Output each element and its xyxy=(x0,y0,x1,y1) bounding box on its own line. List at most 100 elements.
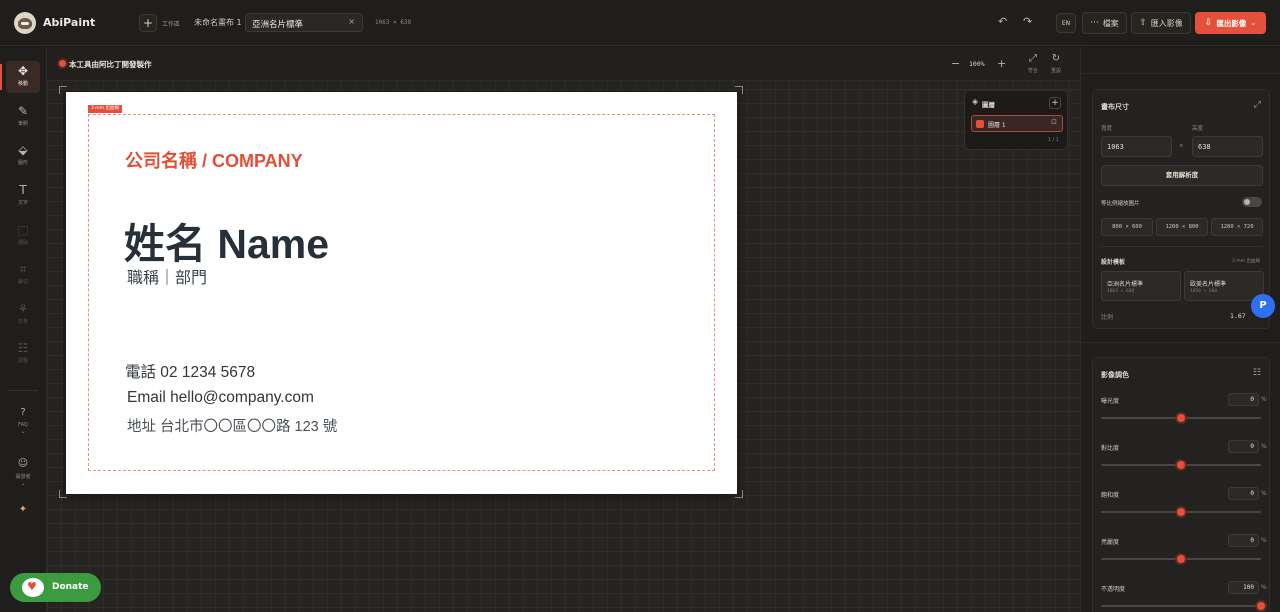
app-name: AbiPaint xyxy=(43,16,96,29)
new-workspace-button[interactable]: + xyxy=(139,14,157,32)
preset-1200x800[interactable]: 1200 × 800 xyxy=(1156,218,1208,236)
zoom-in-button[interactable]: + xyxy=(997,57,1006,70)
developer-button[interactable]: ☺ 開發者 ⌄ xyxy=(6,454,40,492)
tool-select[interactable]: ⬚ 選取 xyxy=(6,220,40,252)
template-name: 亞洲名片標準 xyxy=(1107,281,1144,288)
scale-toggle[interactable] xyxy=(1242,197,1262,207)
file-menu-button[interactable]: ··· 檔案 xyxy=(1082,12,1127,34)
adjust-label: 亮麗度 xyxy=(1101,539,1120,546)
width-input[interactable]: 1063 xyxy=(1101,136,1172,157)
template-western-card[interactable]: 歐美名片標準 1050 × 600 xyxy=(1184,271,1264,301)
adjust-slider-thumb[interactable] xyxy=(1177,508,1185,516)
apply-resolution-button[interactable]: 套用解析度 xyxy=(1101,165,1263,186)
active-tool-indicator xyxy=(0,64,2,90)
export-image-button[interactable]: ⇩ 匯出影像 ⌄ xyxy=(1195,12,1266,34)
layer-item[interactable]: 圖層 1 ⊡ xyxy=(971,115,1063,132)
chevron-down-icon: ⌄ xyxy=(1250,19,1257,27)
templates-title: 設計模板 xyxy=(1101,259,1126,266)
active-canvas-tab[interactable]: 亞洲名片標準 × xyxy=(245,13,363,32)
template-name: 歐美名片標準 xyxy=(1190,281,1227,288)
adjust-slider-track[interactable] xyxy=(1101,461,1261,469)
times-sign: × xyxy=(1179,143,1184,149)
tab-title: 亞洲名片標準 xyxy=(252,20,304,30)
close-icon[interactable]: × xyxy=(348,17,355,26)
card-email[interactable]: Email hello@company.com xyxy=(127,389,314,407)
adjust-slider-track[interactable] xyxy=(1101,602,1265,610)
card-title[interactable]: 職稱｜部門 xyxy=(127,264,207,288)
adjust-label: 曝光度 xyxy=(1101,398,1120,405)
layers-panel: ◈ 圖層 + 圖層 1 ⊡ 1 / 1 xyxy=(964,90,1068,150)
language-button[interactable]: EN xyxy=(1056,13,1076,33)
developer-label: 開發者 xyxy=(15,474,31,480)
add-layer-button[interactable]: + xyxy=(1049,97,1061,109)
tool-shapes[interactable]: ⬙ 圖形 xyxy=(6,140,40,172)
adjust-slider-thumb[interactable] xyxy=(1177,414,1185,422)
adjust-unit: % xyxy=(1261,584,1267,591)
properties-panel: 畫布尺寸 ⤢ 寬度 高度 1063 × 638 套用解析度 等比例縮放圖片 80… xyxy=(1080,47,1280,612)
height-input[interactable]: 638 xyxy=(1192,136,1263,157)
card-phone[interactable]: 電話 02 1234 5678 xyxy=(125,360,255,382)
help-icon: ? xyxy=(20,407,26,418)
image-adjust-title: 影像調色 xyxy=(1101,371,1129,379)
import-image-label: 匯入影像 xyxy=(1150,18,1183,28)
preset-1280x720[interactable]: 1280 × 720 xyxy=(1211,218,1263,236)
tool-text[interactable]: T 文字 xyxy=(6,180,40,212)
undo-icon[interactable]: ↶ xyxy=(998,15,1007,28)
workspace-label: 工作區 xyxy=(162,21,181,28)
profile-badge[interactable]: P xyxy=(1251,294,1275,318)
file-menu-label: 檔案 xyxy=(1102,18,1119,28)
reset-view-button[interactable]: ↻ 重設 xyxy=(1044,53,1068,74)
template-asia-card[interactable]: 亞洲名片標準 1063 × 638 xyxy=(1101,271,1181,301)
adjust-value-input[interactable]: 100 xyxy=(1228,581,1259,594)
more-dots-icon: ··· xyxy=(1090,18,1099,28)
adjust-value-input[interactable]: 0 xyxy=(1228,534,1259,547)
donate-button[interactable]: Donate xyxy=(10,573,101,602)
import-image-button[interactable]: ⇧ 匯入影像 xyxy=(1131,12,1191,34)
card-company[interactable]: 公司名稱 / COMPANY xyxy=(125,147,303,173)
adjust-slider-track[interactable] xyxy=(1101,414,1261,422)
zoom-out-button[interactable]: − xyxy=(951,57,960,70)
adjust-unit: % xyxy=(1261,537,1267,544)
tool-adjust[interactable]: ☷ 調整 xyxy=(6,338,40,370)
adjust-value-input[interactable]: 0 xyxy=(1228,393,1259,406)
sliders-icon[interactable]: ☷ xyxy=(1253,368,1261,378)
canvas-area[interactable]: 本工具由阿比丁開發製作 − 100% + ⤢ 符合 ↻ 重設 3 mm 出血線 … xyxy=(47,47,1080,612)
top-bar: AbiPaint + 工作區 未命名畫布 1 亞洲名片標準 × 1063 × 6… xyxy=(0,0,1280,46)
download-icon: ⇩ xyxy=(1204,18,1213,28)
tool-move[interactable]: ✥ 移動 xyxy=(6,61,40,93)
magic-wand-icon: ⚘ xyxy=(17,302,29,316)
tool-crop[interactable]: ⌗ 裁切 xyxy=(6,259,40,291)
tool-remove-bg[interactable]: ⚘ 去背 xyxy=(6,299,40,331)
card-name[interactable]: 姓名 Name xyxy=(124,210,329,270)
donate-label: Donate xyxy=(52,582,89,592)
width-label: 寬度 xyxy=(1101,126,1113,132)
untitled-canvas-tab[interactable]: 未命名畫布 1 xyxy=(194,17,242,28)
adjust-slider-thumb[interactable] xyxy=(1177,461,1185,469)
move-icon: ✥ xyxy=(17,64,29,78)
expand-icon[interactable]: ⤢ xyxy=(1254,100,1261,110)
business-card[interactable]: 3 mm 出血線 公司名稱 / COMPANY 姓名 Name 職稱｜部門 電話… xyxy=(66,92,737,494)
adjust-unit: % xyxy=(1261,443,1267,450)
template-size: 1063 × 638 xyxy=(1107,289,1135,294)
fit-button[interactable]: ⤢ 符合 xyxy=(1021,53,1045,74)
coffee-cup-icon xyxy=(22,578,44,597)
card-address[interactable]: 地址 台北市〇〇區〇〇路 123 號 xyxy=(127,415,337,436)
adjust-slider-track[interactable] xyxy=(1101,555,1261,563)
adjust-unit: % xyxy=(1261,490,1267,497)
lock-icon[interactable]: ⊡ xyxy=(1051,118,1057,126)
sparkle-button[interactable]: ✦ xyxy=(6,500,40,522)
layers-icon: ◈ xyxy=(972,97,979,106)
redo-icon[interactable]: ↷ xyxy=(1023,15,1032,28)
canvas-size-section: 畫布尺寸 ⤢ 寬度 高度 1063 × 638 套用解析度 等比例縮放圖片 80… xyxy=(1092,89,1270,329)
preset-800x600[interactable]: 800 × 600 xyxy=(1101,218,1153,236)
adjust-value-input[interactable]: 0 xyxy=(1228,440,1259,453)
adjust-slider-thumb[interactable] xyxy=(1257,602,1265,610)
adjust-slider-track[interactable] xyxy=(1101,508,1261,516)
adjust-value-input[interactable]: 0 xyxy=(1228,487,1259,500)
tool-brush[interactable]: ✎ 筆刷 xyxy=(6,101,40,133)
user-icon: ☺ xyxy=(17,458,29,469)
sliders-icon: ☷ xyxy=(17,341,29,355)
layer-name: 圖層 1 xyxy=(988,122,1006,129)
adjust-slider-thumb[interactable] xyxy=(1177,555,1185,563)
faq-button[interactable]: ? FAQ ⌄ xyxy=(6,403,40,441)
